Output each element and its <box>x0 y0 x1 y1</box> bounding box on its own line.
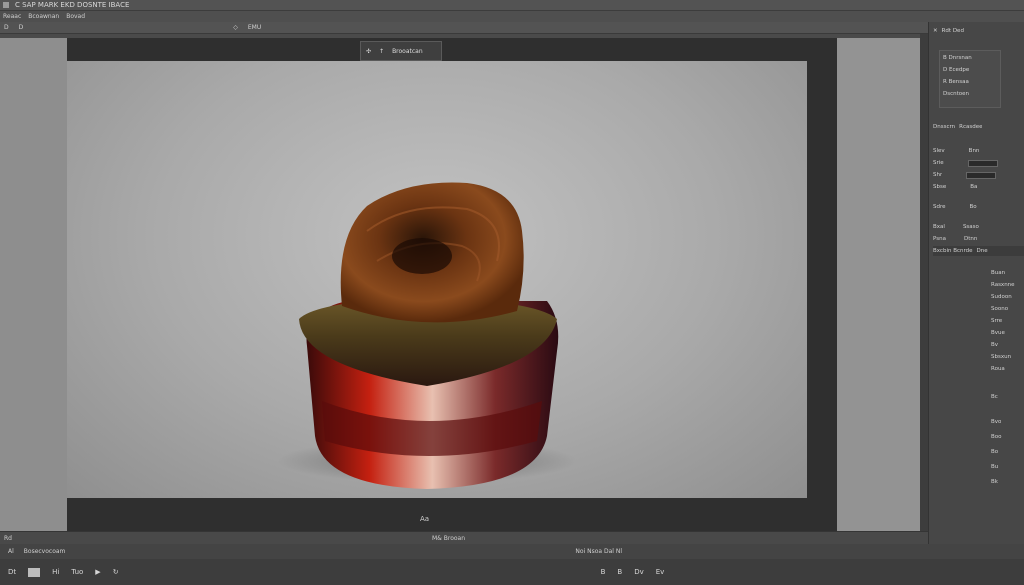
option-item[interactable]: D <box>19 24 24 31</box>
document-canvas[interactable] <box>67 61 807 498</box>
timeline-label: B <box>600 568 606 576</box>
title-bar: C SAP MARK EKD DOSNTE IBACE <box>0 0 1024 11</box>
left-pasteboard <box>0 38 67 531</box>
status-bar: Rd M& Brooan <box>0 531 928 544</box>
layer-item[interactable]: Sudoon <box>991 292 1024 302</box>
menu-item[interactable]: Bovad <box>66 13 85 20</box>
properties-panel: ✕ Rdt Ded B Dnrsnan D Ecedpe R Bensaa Ds… <box>928 22 1024 544</box>
window-title: C SAP MARK EKD DOSNTE IBACE <box>15 1 130 9</box>
timeline-label: Dt <box>8 568 17 576</box>
color-swatch <box>966 171 997 179</box>
status-left: Rd <box>4 534 12 542</box>
loop-icon[interactable]: ↻ <box>113 568 119 576</box>
panel-divider[interactable] <box>920 34 928 531</box>
app-icon <box>3 2 9 8</box>
timeline-label: Dv <box>634 568 644 576</box>
layer-item[interactable]: Buan <box>991 268 1024 278</box>
layer-item[interactable]: Sbsxun <box>991 352 1024 362</box>
prop-row[interactable]: Slev Bnn <box>933 146 1024 156</box>
timeline-label: Tuo <box>71 568 84 576</box>
menu-item[interactable]: Bcoawnan <box>28 13 59 20</box>
frame-icon[interactable] <box>28 567 41 577</box>
timeline-header: Al Bosecvocoam Noi Nsoa Dal Nl <box>0 544 1024 559</box>
prop-row[interactable]: Srie <box>933 158 1024 168</box>
move-icon[interactable]: ✣ <box>366 48 371 55</box>
timeline-label: Noi Nsoa Dal Nl <box>575 548 623 555</box>
option-row[interactable]: R Bensaa <box>943 77 1024 87</box>
layers-header: Bxcbin Bcnrde Dne <box>933 246 1024 256</box>
menu-item[interactable]: Reaac <box>3 13 21 20</box>
panel-label: Dnsscrn Rcasdee <box>933 124 983 130</box>
layer-item[interactable]: Srre <box>991 316 1024 326</box>
layer-item[interactable]: Soono <box>991 304 1024 314</box>
mini-toolbar-label: Brooatcan <box>392 47 423 55</box>
prop-row[interactable]: Psna Dtnn <box>933 234 1024 244</box>
timeline-label: B <box>617 568 623 576</box>
timeline-label: Hi <box>52 568 60 576</box>
layer-item[interactable]: Bu <box>991 462 1024 472</box>
option-row[interactable]: B Dnrsnan <box>943 53 1024 63</box>
layer-item[interactable]: Bo <box>991 447 1024 457</box>
option-item[interactable]: D <box>4 24 9 31</box>
close-icon[interactable]: ✕ <box>933 28 938 34</box>
layer-item[interactable]: Rasxnne <box>991 280 1024 290</box>
menu-bar: Reaac Bcoawnan Bovad <box>0 11 1024 22</box>
layer-item[interactable]: Bc <box>991 392 1024 402</box>
prop-row[interactable]: Sbse Ba <box>933 182 1024 192</box>
color-swatch <box>967 159 998 167</box>
prop-row[interactable]: Sdre Bo <box>933 202 1024 212</box>
option-row[interactable]: Dscntoen <box>943 89 1024 99</box>
timeline-label: Bosecvocoam <box>23 548 66 555</box>
layer-item[interactable]: Boo <box>991 432 1024 442</box>
prop-row[interactable]: Shr <box>933 170 1024 180</box>
layer-item[interactable]: Bvue <box>991 328 1024 338</box>
panel-header: ✕ Rdt Ded <box>933 28 964 34</box>
layer-item[interactable]: Bv <box>991 340 1024 350</box>
timeline-label: Al <box>8 548 14 555</box>
layer-item[interactable]: Bk <box>991 477 1024 487</box>
options-bar: D D ◇ EMU <box>0 22 1024 34</box>
canvas-caption: Aa <box>420 515 430 523</box>
prop-row[interactable]: Bxal Ssaso <box>933 222 1024 232</box>
play-icon[interactable]: ▶ <box>95 568 100 576</box>
option-row[interactable]: D Ecedpe <box>943 65 1024 75</box>
timeline-label: Ev <box>655 568 665 576</box>
zoom-readout[interactable]: M& Brooan <box>432 535 465 542</box>
right-pasteboard <box>837 38 920 531</box>
option-item[interactable]: ◇ <box>233 24 238 31</box>
option-item[interactable]: EMU <box>248 24 261 31</box>
layer-item[interactable]: Roua <box>991 364 1024 374</box>
timeline-controls: Dt Hi Tuo ▶ ↻ B B Dv Ev <box>0 559 1024 585</box>
layer-item[interactable]: Bvo <box>991 417 1024 427</box>
canvas-mini-toolbar: ✣ ↑ Brooatcan <box>360 41 442 61</box>
render-object <box>277 182 577 489</box>
transform-icon[interactable]: ↑ <box>379 48 384 55</box>
